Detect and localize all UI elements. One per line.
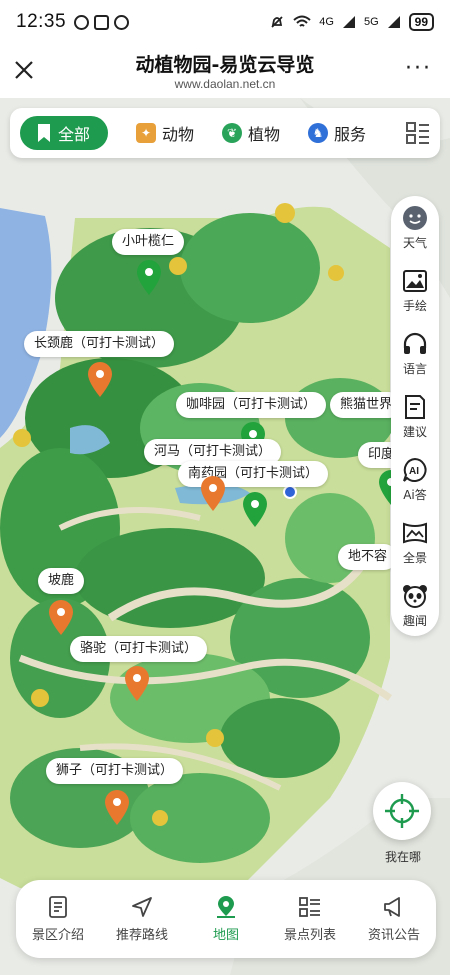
pin-orange-icon[interactable] <box>102 788 132 826</box>
status-bar: 12:35 4G 5G 99 <box>0 0 450 44</box>
locate-label: 我在哪 <box>384 850 421 864</box>
header: 动植物园-易览云导览 www.daolan.net.cn ··· <box>0 44 450 98</box>
nav-intro[interactable]: 景区介绍 <box>16 880 100 958</box>
tool-trivia[interactable]: 趣闻 <box>391 582 439 629</box>
tool-language[interactable]: 语言 <box>391 330 439 377</box>
side-toolbar: 天气 手绘 语言 建议 AI Ai答 全景 趣闻 <box>391 196 439 636</box>
nav-map-label: 地图 <box>212 927 239 943</box>
category-bar: 全部 ✦ 动物 ❦ 植物 ♞ 服务 <box>10 108 440 158</box>
nav-map[interactable]: 地图 <box>184 880 268 958</box>
sync-icon <box>74 14 90 30</box>
nav-news[interactable]: 资讯公告 <box>352 880 436 958</box>
nav-routes-label: 推荐路线 <box>115 927 168 943</box>
map-label-polu[interactable]: 坡鹿 <box>38 568 85 594</box>
pin-green-icon[interactable] <box>134 258 164 296</box>
nav-routes[interactable]: 推荐路线 <box>100 880 184 958</box>
bottom-nav: 景区介绍 推荐路线 地图 景点列表 资讯公告 <box>16 880 436 958</box>
signal-4g: 4G <box>319 16 334 28</box>
bookmark-icon <box>38 124 50 142</box>
map-canvas[interactable]: 小叶榄仁 长颈鹿（可打卡测试） 咖啡园（可打卡测试） 熊猫世界 河马（可打卡测试… <box>0 98 450 975</box>
feedback-icon <box>405 395 425 419</box>
tool-handdrawn-label: 手绘 <box>402 299 427 313</box>
pin-orange-icon[interactable] <box>85 360 115 398</box>
image-icon <box>403 270 427 292</box>
map-label-luotuo[interactable]: 骆驼（可打卡测试） <box>70 636 208 662</box>
map-label-xiaoye[interactable]: 小叶榄仁 <box>112 229 185 255</box>
tool-trivia-label: 趣闻 <box>402 614 427 628</box>
tool-language-label: 语言 <box>402 362 427 376</box>
page-title: 动植物园-易览云导览 <box>135 54 315 76</box>
category-plants[interactable]: ❦ 植物 <box>222 116 280 150</box>
signal-bars-icon <box>342 16 355 28</box>
battery-indicator: 99 <box>408 13 434 31</box>
nav-news-label: 资讯公告 <box>367 927 420 943</box>
map-illustration <box>0 98 450 975</box>
map-label-kafei[interactable]: 咖啡园（可打卡测试） <box>176 392 327 418</box>
status-right: 4G 5G 99 <box>269 13 434 31</box>
deer-icon: ✦ <box>136 123 157 143</box>
grid-menu-icon[interactable] <box>406 121 430 145</box>
nav-list[interactable]: 景点列表 <box>268 880 352 958</box>
tool-weather-label: 天气 <box>402 236 427 250</box>
signal-5g: 5G <box>363 16 379 28</box>
navigation-icon <box>132 896 152 917</box>
more-menu-button[interactable]: ··· <box>405 58 432 80</box>
map-pin-icon <box>217 895 235 918</box>
pin-orange-icon[interactable] <box>198 474 228 512</box>
pin-green-icon[interactable] <box>240 490 270 528</box>
nfc-icon <box>94 14 110 30</box>
tool-panorama-label: 全景 <box>402 551 427 565</box>
crosshair-icon <box>385 794 419 828</box>
tool-ai-label: Ai答 <box>403 488 427 502</box>
category-animals-label: 动物 <box>162 125 195 144</box>
status-icons <box>74 14 130 30</box>
pin-orange-icon[interactable] <box>122 664 152 702</box>
headphones-icon <box>403 332 427 354</box>
service-icon: ♞ <box>308 123 329 143</box>
sprout-icon: ❦ <box>222 123 243 143</box>
tool-feedback[interactable]: 建议 <box>391 393 439 440</box>
map-label-changjinglu[interactable]: 长颈鹿（可打卡测试） <box>24 331 175 357</box>
category-all-label: 全部 <box>58 125 91 144</box>
map-label-podi[interactable]: 地不容 <box>338 544 398 570</box>
tool-feedback-label: 建议 <box>402 425 427 439</box>
pin-orange-icon[interactable] <box>46 598 76 636</box>
alarm-icon <box>114 14 130 30</box>
nav-list-label: 景点列表 <box>283 927 336 943</box>
category-services-label: 服务 <box>334 125 367 144</box>
tool-panorama[interactable]: 全景 <box>391 519 439 566</box>
category-plants-label: 植物 <box>248 125 281 144</box>
category-animals[interactable]: ✦ 动物 <box>136 116 194 150</box>
tool-handdrawn[interactable]: 手绘 <box>391 267 439 314</box>
document-icon <box>49 895 67 918</box>
wifi-icon <box>293 15 311 27</box>
svg-text:AI: AI <box>409 466 419 477</box>
panda-icon <box>403 585 427 608</box>
locate-button[interactable] <box>373 782 431 840</box>
mute-icon <box>271 16 283 28</box>
tool-weather[interactable]: 天气 <box>391 204 439 251</box>
category-all[interactable]: 全部 <box>20 116 109 150</box>
panorama-icon <box>403 522 427 544</box>
page-url: www.daolan.net.cn <box>174 77 276 91</box>
nav-intro-label: 景区介绍 <box>31 927 84 943</box>
map-label-shizi[interactable]: 狮子（可打卡测试） <box>46 758 184 784</box>
signal-bars-icon <box>387 16 400 28</box>
tool-ai[interactable]: AI Ai答 <box>391 456 439 503</box>
list-icon <box>299 896 320 917</box>
category-services[interactable]: ♞ 服务 <box>308 116 366 150</box>
weather-icon <box>403 206 427 230</box>
status-time: 12:35 <box>16 11 67 32</box>
megaphone-icon <box>384 896 400 917</box>
ai-icon: AI <box>403 457 427 482</box>
